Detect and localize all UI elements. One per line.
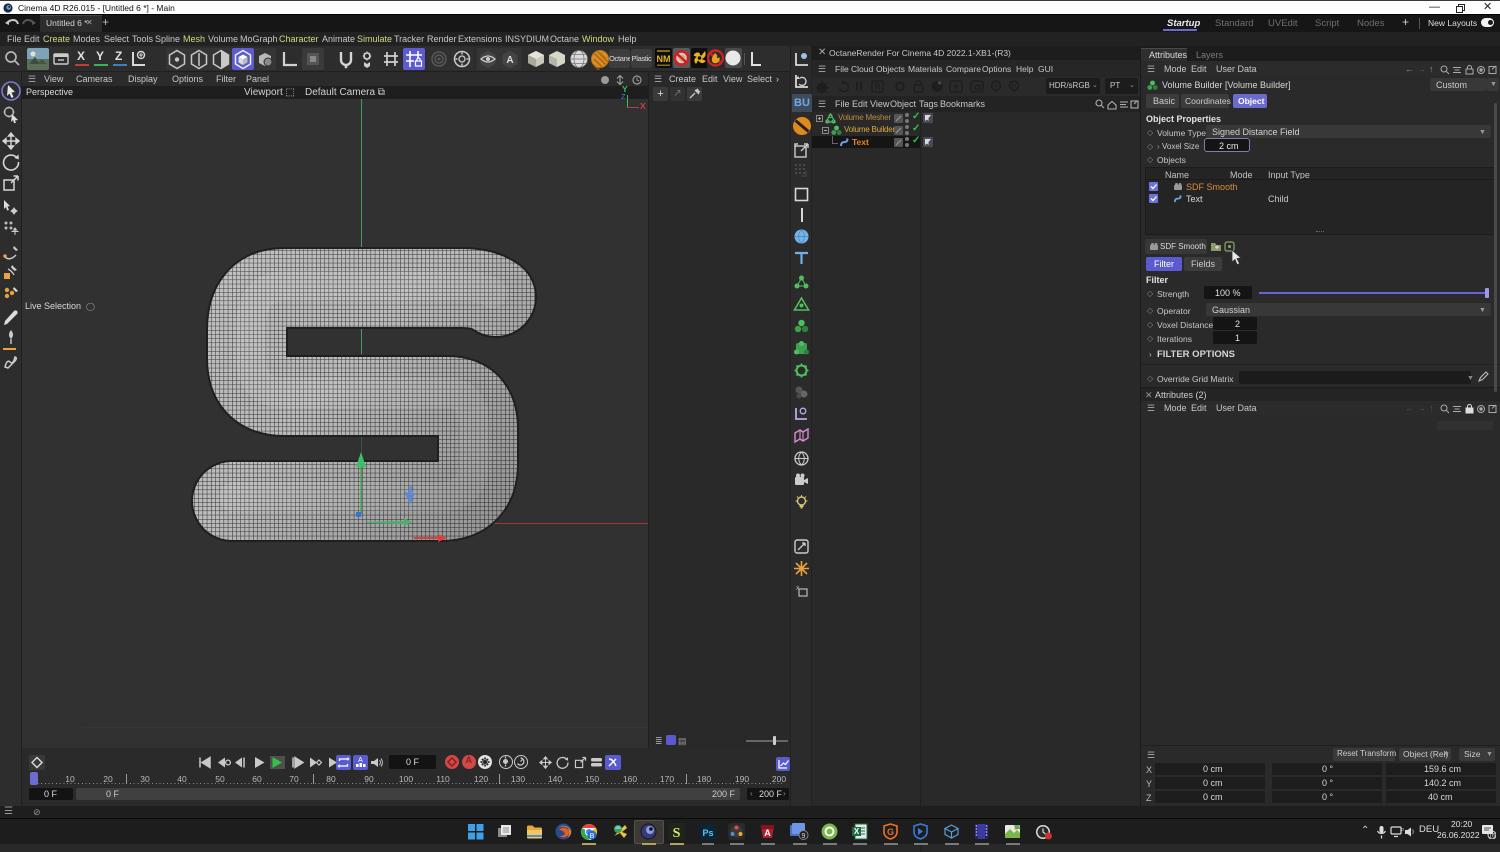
svg-text:A: A (506, 55, 513, 66)
svg-text:B: B (590, 833, 595, 840)
svg-text:Ps: Ps (702, 828, 713, 838)
svg-text:A: A (358, 757, 363, 764)
svg-text:G: G (887, 827, 894, 837)
svg-text:X: X (854, 827, 860, 836)
svg-text:F: F (994, 84, 998, 90)
svg-text:9: 9 (802, 833, 806, 840)
svg-text:A: A (764, 828, 771, 838)
svg-text:16: 16 (1488, 833, 1496, 840)
svg-text:NM: NM (657, 54, 671, 64)
svg-text:S: S (673, 826, 681, 840)
svg-text:H: H (1012, 84, 1016, 90)
svg-text:R: R (875, 83, 881, 92)
